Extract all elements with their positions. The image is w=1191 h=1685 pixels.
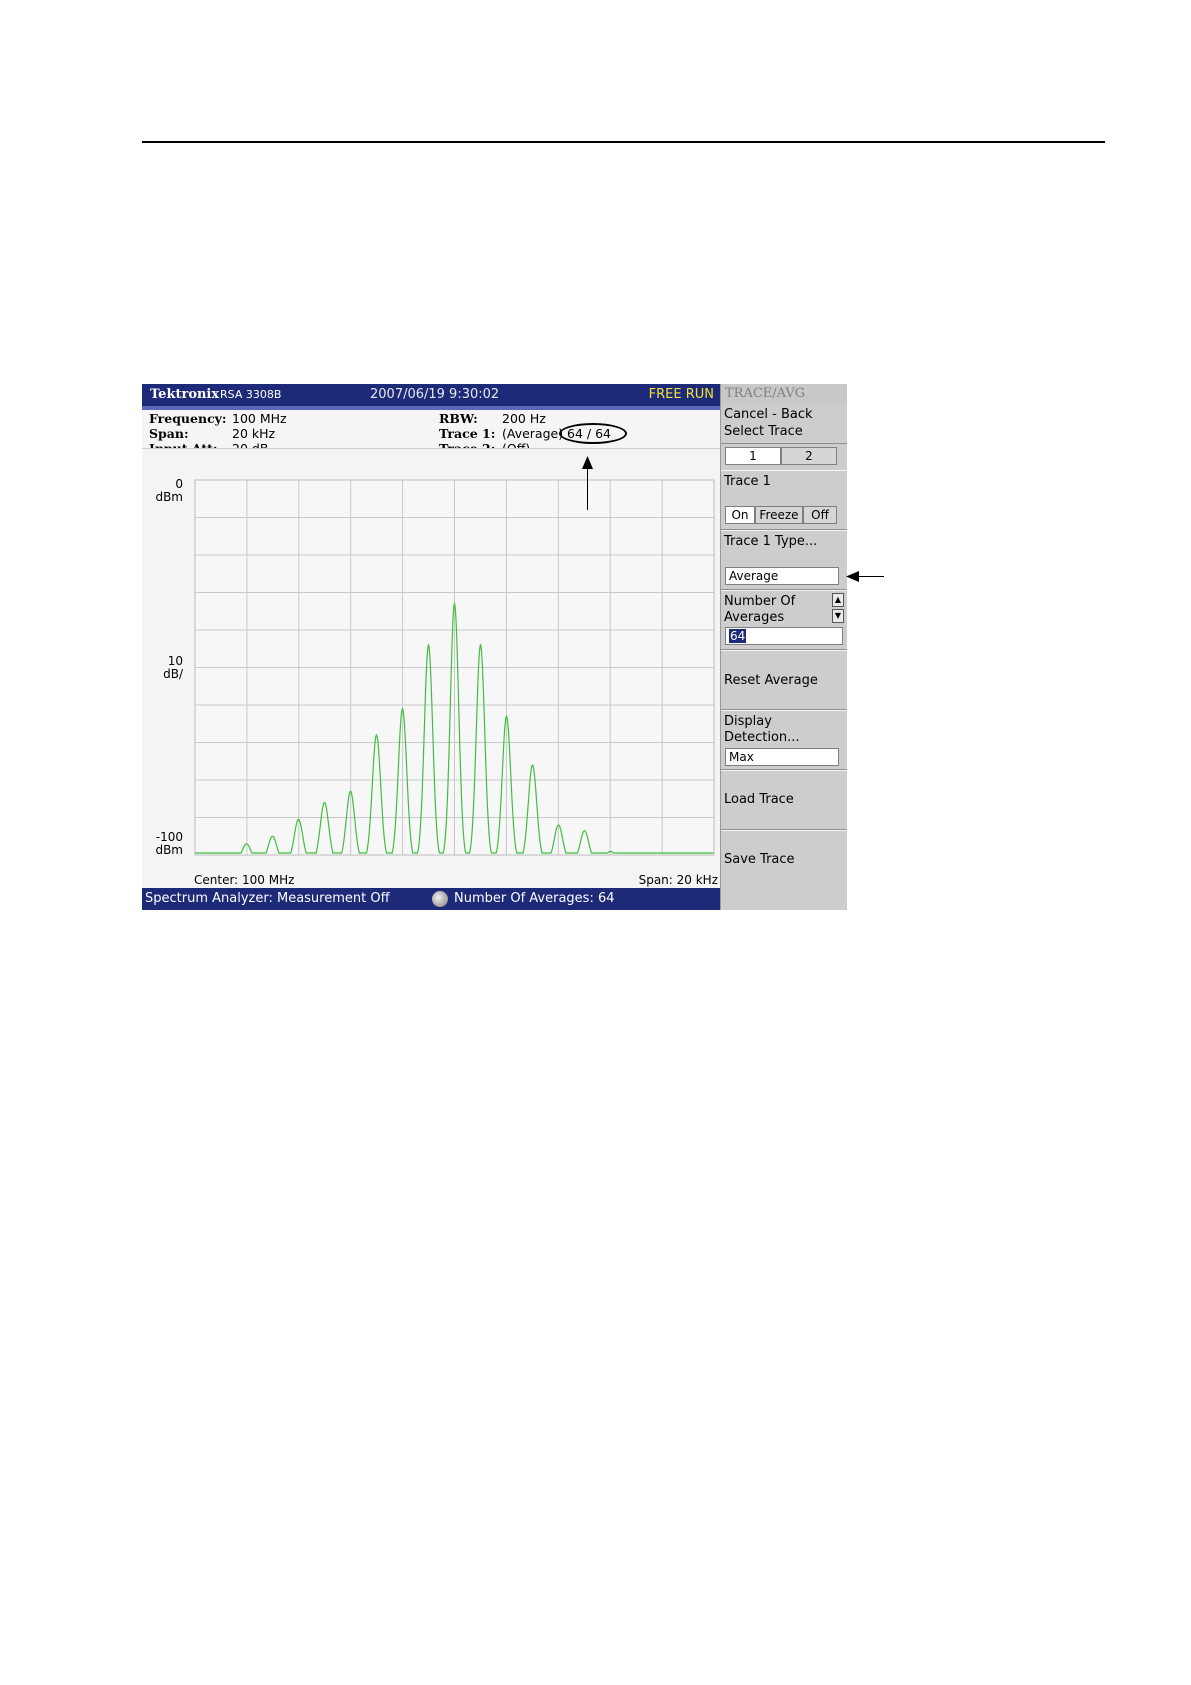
y-bottom-unit: dBm [155, 843, 183, 857]
reset-average-button[interactable]: Reset Average [721, 650, 847, 710]
status-measurement: Spectrum Analyzer: Measurement Off [145, 891, 390, 906]
spectrum-plot: 0 dBm 10 dB/ -100 dBm Center: 100 MHz Sp… [142, 448, 720, 897]
cancel-back-label: Cancel - Back [724, 407, 813, 422]
display-detection-button[interactable]: Display Detection... Max [721, 710, 847, 770]
cancel-back-button[interactable]: Cancel - Back Select Trace [721, 404, 847, 444]
display-detection-label-line1: Display [724, 714, 772, 729]
y-top-label: 0 dBm [143, 478, 183, 504]
model-name: RSA 3308B [220, 388, 282, 401]
select-trace-label: Select Trace [724, 424, 803, 439]
spin-down-icon[interactable]: ▼ [832, 609, 844, 623]
trace1-type-button[interactable]: Trace 1 Type... Average [721, 530, 847, 590]
status-knob-function: Number Of Averages: 64 [454, 891, 615, 906]
rbw-value: 200 Hz [502, 411, 546, 426]
number-of-averages-button[interactable]: Number Of Averages ▲ ▼ 64 [721, 590, 847, 650]
trace1-freeze-option[interactable]: Freeze [755, 506, 803, 524]
run-state: FREE RUN [648, 387, 714, 402]
spin-up-icon[interactable]: ▲ [832, 593, 844, 607]
measurement-info: Frequency: 100 MHz Span: 20 kHz Input At… [142, 410, 720, 456]
knob-icon [432, 891, 448, 907]
trace1-button[interactable]: Trace 1 On Freeze Off [721, 470, 847, 530]
center-frequency-label: Center: 100 MHz [194, 873, 295, 887]
averages-spin-control[interactable]: ▲ ▼ [832, 593, 844, 623]
display-detection-value: Max [725, 748, 839, 766]
save-trace-button[interactable]: Save Trace [721, 830, 847, 910]
frequency-value: 100 MHz [232, 411, 287, 426]
brand-logo: Tektronix [150, 387, 220, 402]
count-callout-arrow-line [587, 468, 588, 510]
select-trace-option-2[interactable]: 2 [781, 447, 837, 465]
reset-average-label: Reset Average [724, 673, 818, 688]
analyzer-screen: Tektronix RSA 3308B 2007/06/19 9:30:02 F… [142, 384, 847, 910]
save-trace-label: Save Trace [724, 852, 795, 867]
page-top-rule [142, 141, 1105, 143]
number-of-averages-label-line2: Averages [724, 610, 785, 625]
y-scale-unit: dB/ [163, 667, 183, 681]
rbw-label: RBW: [439, 411, 478, 426]
spectrum-plot-svg [194, 479, 715, 856]
display-detection-label: Display Detection... [724, 714, 800, 746]
title-bar: Tektronix RSA 3308B 2007/06/19 9:30:02 F… [142, 384, 720, 406]
span-axis-label: Span: 20 kHz [638, 873, 718, 887]
span-label: Span: [149, 426, 189, 441]
number-of-averages-input[interactable]: 64 [725, 627, 843, 645]
type-callout-arrow-line [856, 576, 884, 577]
y-scale-label: 10 dB/ [143, 655, 183, 681]
trace1-on-option[interactable]: On [725, 506, 755, 524]
number-of-averages-label-line1: Number Of [724, 594, 796, 609]
number-of-averages-label: Number Of Averages [724, 594, 795, 626]
trace1-off-option[interactable]: Off [803, 506, 837, 524]
menu-title: TRACE/AVG [725, 386, 806, 401]
select-trace-option-1[interactable]: 1 [725, 447, 781, 465]
trace1-count-callout-oval [559, 423, 627, 444]
status-bar: Spectrum Analyzer: Measurement Off Numbe… [142, 888, 720, 910]
trace1-mode: (Average) [502, 426, 564, 441]
side-menu: TRACE/AVG Cancel - Back Select Trace 1 2… [720, 384, 847, 910]
display-detection-label-line2: Detection... [724, 730, 800, 745]
number-of-averages-value: 64 [729, 629, 747, 643]
type-callout-arrow-icon [846, 571, 859, 582]
datetime: 2007/06/19 9:30:02 [370, 387, 500, 402]
span-value: 20 kHz [232, 426, 276, 441]
frequency-label: Frequency: [149, 411, 227, 426]
y-bottom-label: -100 dBm [143, 831, 183, 857]
trace1-menu-label: Trace 1 [724, 474, 771, 489]
load-trace-button[interactable]: Load Trace [721, 770, 847, 830]
trace1-type-value: Average [725, 567, 839, 585]
trace1-type-label: Trace 1 Type... [724, 534, 818, 549]
trace1-label: Trace 1: [439, 426, 496, 441]
count-callout-arrow-icon [582, 456, 593, 469]
y-top-unit: dBm [155, 490, 183, 504]
load-trace-label: Load Trace [724, 792, 794, 807]
